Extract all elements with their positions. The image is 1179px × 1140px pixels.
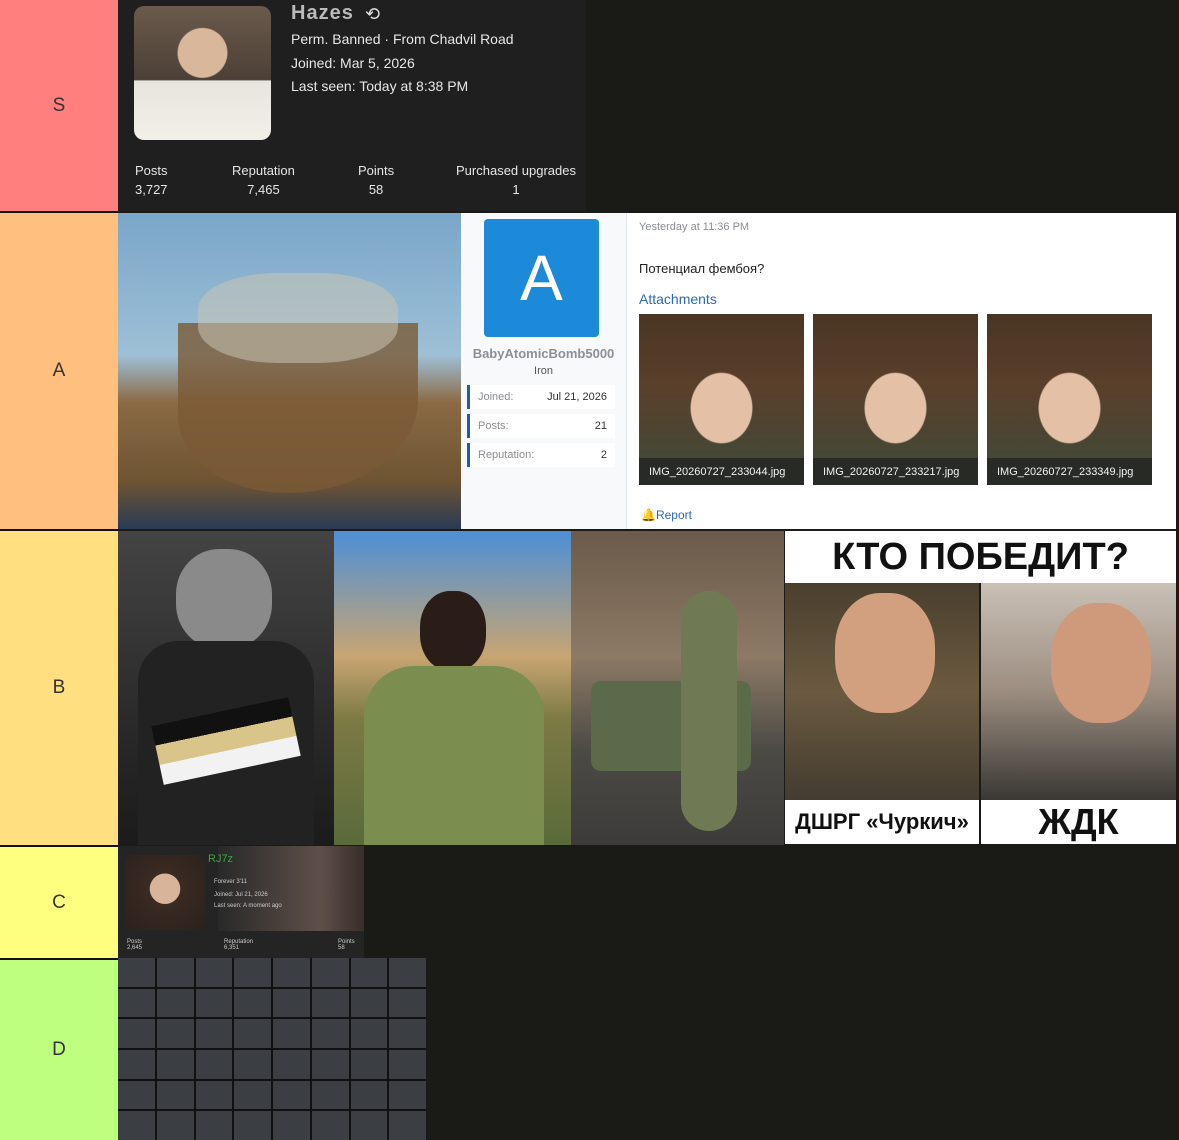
tier-label-b: B [0, 531, 118, 847]
info-joined: Joined: Jul 21, 2026 [467, 385, 615, 409]
stat-points: Points 58 [338, 939, 355, 951]
profile-banner [218, 846, 364, 931]
user-rank: Iron [534, 365, 553, 377]
attachment-thumb[interactable]: IMG_20260727_233349.jpg [987, 314, 1152, 485]
profile-username[interactable]: Hazes [291, 2, 354, 25]
stat-posts: Posts 2,645 [127, 939, 143, 951]
stat-posts: Posts 3,727 [135, 163, 168, 197]
tier-label-s: S [0, 0, 118, 213]
profile-avatar [134, 6, 271, 140]
meme-right-photo [981, 583, 1176, 800]
post-user-sidebar: A BabyAtomicBomb5000 Iron Joined: Jul 21,… [461, 213, 626, 529]
stat-reputation: Reputation 6,351 [224, 939, 254, 951]
c-profile-card: RJ7z Forever 3'11 Joined: Jul 21, 2026 L… [118, 846, 364, 959]
meme-left-photo [785, 583, 979, 800]
stat-points: Points 58 [358, 163, 395, 197]
attachment-thumb[interactable]: IMG_20260727_233217.jpg [813, 314, 978, 485]
profile-avatar [125, 855, 205, 930]
attachment-filename: IMG_20260727_233044.jpg [639, 458, 804, 485]
meme-left-caption: ДШРГ «Чуркич» [785, 800, 979, 844]
screenshot-collage [118, 958, 426, 1140]
user-avatar[interactable]: A [484, 219, 599, 337]
attachment-filename: IMG_20260727_233217.jpg [813, 458, 978, 485]
s-profile-card: Hazes ⟲ Perm. Banned · From Chadvil Road… [118, 0, 586, 211]
tier-label-a: A [0, 213, 118, 531]
profile-joined: Joined: Mar 5, 2026 [291, 55, 415, 71]
ship-of-fools-painting [118, 213, 461, 529]
profile-status: Forever 3'11 [214, 879, 248, 885]
attachment-filename: IMG_20260727_233349.jpg [987, 458, 1152, 485]
profile-joined: Joined: Jul 21, 2026 [214, 892, 268, 898]
profile-username[interactable]: RJ7z [208, 853, 233, 865]
info-reputation: Reputation: 2 [467, 443, 615, 467]
profile-status: Perm. Banned · From Chadvil Road [291, 31, 514, 47]
tier-label-d: D [0, 960, 118, 1140]
bell-icon: 🔔 [641, 508, 656, 522]
info-posts: Posts: 21 [467, 414, 615, 438]
soldier-photo-1 [334, 531, 571, 845]
history-icon[interactable]: ⟲ [365, 4, 380, 25]
post-text: Потенциал фембоя? [639, 261, 765, 276]
report-link[interactable]: 🔔Report [641, 508, 692, 522]
tracksuit-cartoon-image [118, 531, 334, 845]
attachments-heading: Attachments [639, 291, 717, 307]
profile-last-seen: Last seen: A moment ago [214, 903, 282, 909]
post-body: Yesterday at 11:36 PM Потенциал фембоя? … [626, 213, 1176, 529]
attachment-thumb[interactable]: IMG_20260727_233044.jpg [639, 314, 804, 485]
stat-reputation: Reputation 7,465 [232, 163, 295, 197]
meme-right-caption: ЖДК [981, 800, 1176, 844]
post-timestamp[interactable]: Yesterday at 11:36 PM [639, 221, 749, 233]
soldier-photo-2 [571, 531, 784, 845]
tier-label-c: C [0, 847, 118, 960]
stat-upgrades: Purchased upgrades 1 [456, 163, 576, 197]
profile-last-seen: Last seen: Today at 8:38 PM [291, 78, 469, 94]
meme-title: КТО ПОБЕДИТ? [785, 531, 1176, 583]
post-username[interactable]: BabyAtomicBomb5000 [461, 346, 626, 361]
